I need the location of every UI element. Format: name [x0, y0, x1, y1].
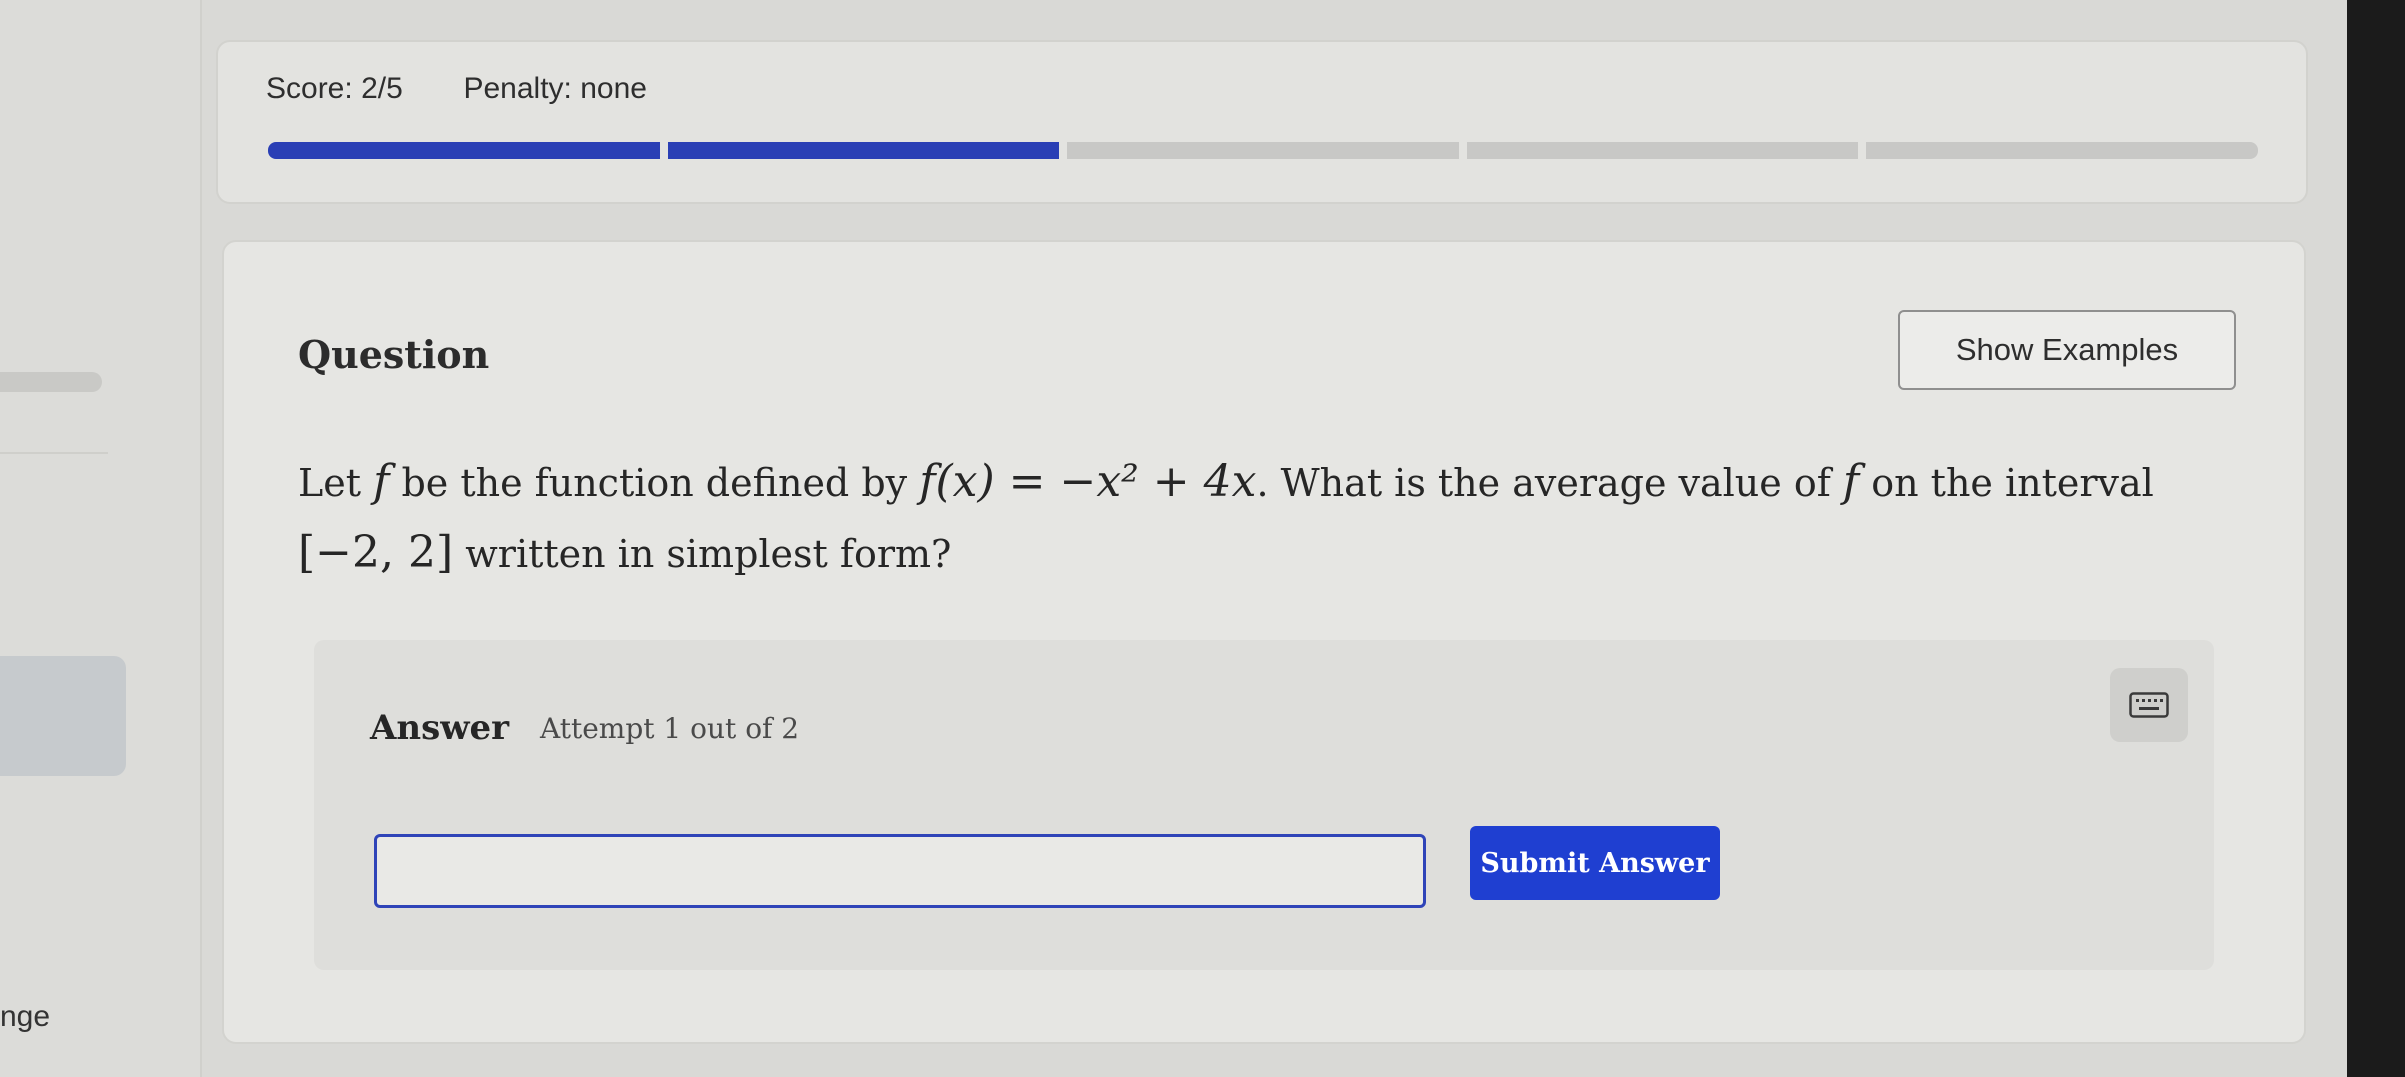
- score-value: 2/5: [361, 72, 403, 105]
- penalty-value: none: [580, 72, 647, 105]
- answer-input[interactable]: [374, 834, 1426, 908]
- question-heading: Question: [298, 332, 490, 377]
- score-card: Score: 2/5 Penalty: none: [216, 40, 2308, 204]
- progress-segment: [1067, 142, 1459, 159]
- math-f: f: [373, 456, 390, 507]
- answer-panel: Answer Attempt 1 out of 2 Submit Answer: [314, 640, 2214, 970]
- math-f: f: [1842, 456, 1860, 507]
- sidebar-text-fragment: nge: [0, 1000, 51, 1033]
- submit-answer-button[interactable]: Submit Answer: [1470, 826, 1720, 900]
- score-label: Score:: [266, 72, 353, 105]
- progress-segment: [667, 142, 1060, 159]
- show-examples-button[interactable]: Show Examples: [1898, 310, 2236, 390]
- question-card: Question Show Examples Let f be the func…: [222, 240, 2306, 1044]
- sidebar-active-item[interactable]: [0, 656, 126, 776]
- progress-segment: [1866, 142, 2258, 159]
- attempt-counter: Attempt 1 out of 2: [540, 712, 800, 745]
- progress-segment: [268, 142, 660, 159]
- math-interval: [−2, 2]: [298, 527, 454, 578]
- progress-bar: [268, 142, 2258, 159]
- question-text: Let f be the function defined by f(x) = …: [298, 456, 2154, 578]
- left-sidebar: nge: [0, 0, 202, 1077]
- answer-label: Answer: [370, 708, 510, 748]
- score-row: Score: 2/5 Penalty: none: [266, 72, 647, 106]
- keyboard-button[interactable]: [2110, 668, 2188, 742]
- screen-edge: [2347, 0, 2405, 1077]
- sidebar-pill[interactable]: [0, 372, 102, 392]
- keyboard-icon: [2129, 692, 2169, 718]
- progress-segment: [1466, 142, 1859, 159]
- penalty-label: Penalty:: [463, 72, 572, 105]
- sidebar-divider: [0, 452, 108, 454]
- math-formula: f(x) = −x² + 4x: [919, 456, 1257, 507]
